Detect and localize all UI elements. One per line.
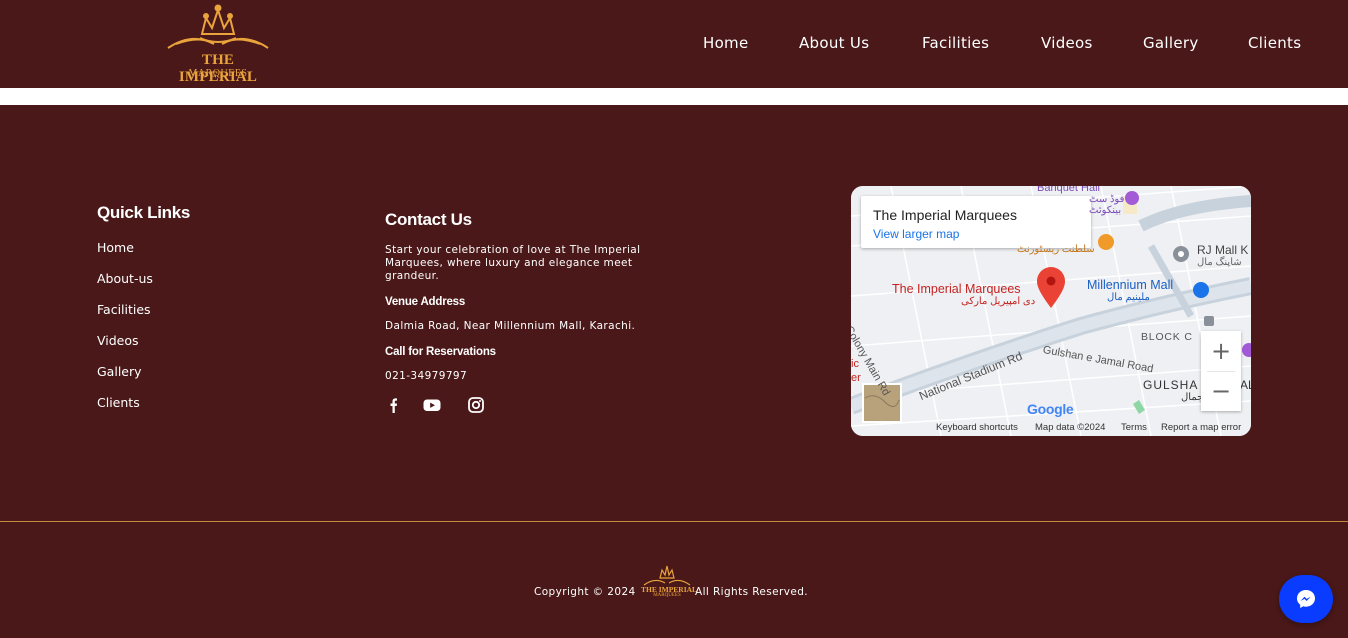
content-strip bbox=[0, 88, 1348, 105]
map-place-card: The Imperial Marquees View larger map bbox=[861, 196, 1091, 248]
site-logo[interactable]: THE IMPERIAL MARQUEES bbox=[162, 4, 274, 85]
venue-address: Dalmia Road, Near Millennium Mall, Karac… bbox=[385, 320, 636, 332]
map-place-title: The Imperial Marquees bbox=[873, 207, 1017, 223]
map-label-gulsha: GULSHA bbox=[1143, 378, 1199, 392]
nav-gallery[interactable]: Gallery bbox=[1143, 34, 1199, 54]
crown-icon bbox=[167, 4, 269, 49]
messenger-icon bbox=[1297, 590, 1315, 608]
map-label-millennium-mall-urdu: ملینیم مال bbox=[1107, 292, 1150, 303]
map-label-millennium-mall: Millennium Mall bbox=[1087, 278, 1174, 292]
quick-link-facilities[interactable]: Facilities bbox=[97, 302, 151, 317]
mini-logo-subtitle: MARQUEES bbox=[653, 593, 681, 598]
instagram-icon[interactable] bbox=[467, 397, 485, 413]
map-data-attribution: Map data ©2024 bbox=[1035, 422, 1106, 433]
nav-home[interactable]: Home bbox=[703, 34, 749, 54]
contact-intro: Start your celebration of love at The Im… bbox=[385, 244, 641, 282]
map-label-banquet: Banquet Hall bbox=[1037, 186, 1100, 194]
map-label-food-urdu: فوڈ سٹ bbox=[1089, 194, 1125, 205]
nav-clients[interactable]: Clients bbox=[1248, 34, 1301, 54]
map-label-gulsha-rest: AL bbox=[1240, 378, 1251, 392]
map-label-block-c: BLOCK C bbox=[1141, 331, 1193, 343]
logo-subtitle: MARQUEES bbox=[188, 68, 248, 79]
copyright-text: Copyright © 2024 bbox=[534, 586, 636, 598]
map-pin-label: The Imperial Marquees bbox=[892, 282, 1021, 296]
nav-videos[interactable]: Videos bbox=[1041, 34, 1093, 54]
map-label-rj-mall: RJ Mall K bbox=[1197, 243, 1249, 257]
map-zoom-controls: + − bbox=[1201, 331, 1241, 411]
quick-link-clients[interactable]: Clients bbox=[97, 395, 140, 410]
quick-link-about-us[interactable]: About-us bbox=[97, 271, 153, 286]
map-zoom-out-button[interactable]: − bbox=[1201, 371, 1241, 411]
contact-title: Contact Us bbox=[385, 210, 472, 229]
quick-link-home[interactable]: Home bbox=[97, 240, 134, 255]
map-zoom-in-button[interactable]: + bbox=[1201, 331, 1241, 371]
site-header: THE IMPERIAL MARQUEES Home About Us Faci… bbox=[0, 0, 1348, 88]
view-larger-map-link[interactable]: View larger map bbox=[873, 227, 959, 241]
map-label-partial-ic: ic bbox=[851, 358, 859, 370]
quick-links-title: Quick Links bbox=[97, 203, 191, 222]
venue-label: Venue Address bbox=[385, 296, 466, 308]
google-map-embed[interactable]: The Imperial Marquees View larger map Ba… bbox=[851, 186, 1251, 436]
map-label-restaurant-urdu: سلطنت ریسٹورنٹ bbox=[1017, 244, 1095, 255]
google-logo: Google bbox=[1027, 401, 1074, 417]
map-label-partial-er: er bbox=[851, 372, 861, 384]
map-report-error-link[interactable]: Report a map error bbox=[1161, 422, 1241, 433]
map-label-banquet-urdu: بینکوئٹ bbox=[1089, 205, 1122, 216]
nav-facilities[interactable]: Facilities bbox=[922, 34, 989, 54]
phone-number: 021-34979797 bbox=[385, 370, 468, 382]
youtube-icon[interactable] bbox=[423, 397, 441, 413]
call-label: Call for Reservations bbox=[385, 346, 496, 358]
map-label-jamal-urdu: جمال bbox=[1181, 392, 1204, 403]
nav-about-us[interactable]: About Us bbox=[799, 34, 869, 54]
quick-link-videos[interactable]: Videos bbox=[97, 333, 139, 348]
footer-mini-logo: THE IMPERIAL MARQUEES bbox=[641, 564, 697, 600]
rights-text: All Rights Reserved. bbox=[695, 586, 809, 598]
map-pin-label-urdu: دی امپیریل مارکی bbox=[961, 296, 1036, 307]
quick-link-gallery[interactable]: Gallery bbox=[97, 364, 142, 379]
footer-divider bbox=[0, 521, 1348, 522]
messenger-chat-button[interactable] bbox=[1279, 575, 1333, 623]
map-terms-link[interactable]: Terms bbox=[1121, 422, 1147, 433]
map-keyboard-shortcuts[interactable]: Keyboard shortcuts bbox=[936, 422, 1018, 433]
facebook-icon[interactable] bbox=[385, 397, 403, 413]
map-label-rj-mall-urdu: شاپنگ مال bbox=[1197, 257, 1242, 268]
